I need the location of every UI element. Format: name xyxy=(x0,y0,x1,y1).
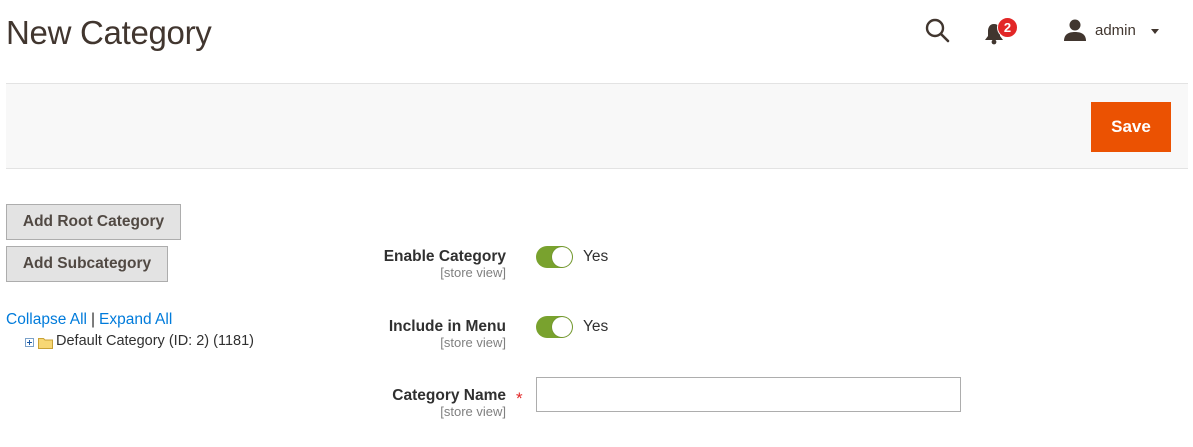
enable-category-label: Enable Category xyxy=(383,248,506,265)
collapse-all-link[interactable]: Collapse All xyxy=(6,311,87,328)
user-name: admin xyxy=(1095,22,1136,39)
expand-all-link[interactable]: Expand All xyxy=(99,311,172,328)
search-icon xyxy=(925,18,950,43)
search-button[interactable] xyxy=(923,16,953,46)
folder-icon xyxy=(38,338,53,349)
include-in-menu-value: Yes xyxy=(583,318,609,335)
category-name-label: Category Name xyxy=(392,387,506,404)
enable-category-toggle[interactable] xyxy=(536,246,573,268)
separator: | xyxy=(91,311,96,328)
page-title: New Category xyxy=(6,14,212,51)
user-menu[interactable]: admin xyxy=(1063,16,1173,46)
enable-category-value: Yes xyxy=(583,248,609,265)
tree-controls: Collapse All | Expand All xyxy=(6,311,172,329)
tree-node-label[interactable]: Default Category (ID: 2) (1181) xyxy=(56,333,254,349)
include-in-menu-label: Include in Menu xyxy=(388,318,506,335)
category-name-scope: [store view] xyxy=(440,404,506,419)
toggle-knob xyxy=(552,247,572,267)
include-in-menu-toggle[interactable] xyxy=(536,316,573,338)
add-subcategory-button[interactable]: Add Subcategory xyxy=(6,246,168,282)
chevron-down-icon xyxy=(1151,29,1159,34)
user-icon xyxy=(1064,19,1086,41)
required-asterisk: * xyxy=(516,389,523,408)
notifications-button[interactable]: 2 xyxy=(983,17,1023,48)
add-root-category-button[interactable]: Add Root Category xyxy=(6,204,181,240)
save-button[interactable]: Save xyxy=(1091,102,1171,152)
page-actions-bar: Save xyxy=(6,83,1188,169)
enable-category-scope: [store view] xyxy=(440,265,506,280)
category-name-input[interactable] xyxy=(536,377,961,412)
include-in-menu-scope: [store view] xyxy=(440,335,506,350)
toggle-knob xyxy=(552,317,572,337)
expand-plus-icon[interactable] xyxy=(25,338,34,347)
notifications-badge: 2 xyxy=(997,17,1018,38)
